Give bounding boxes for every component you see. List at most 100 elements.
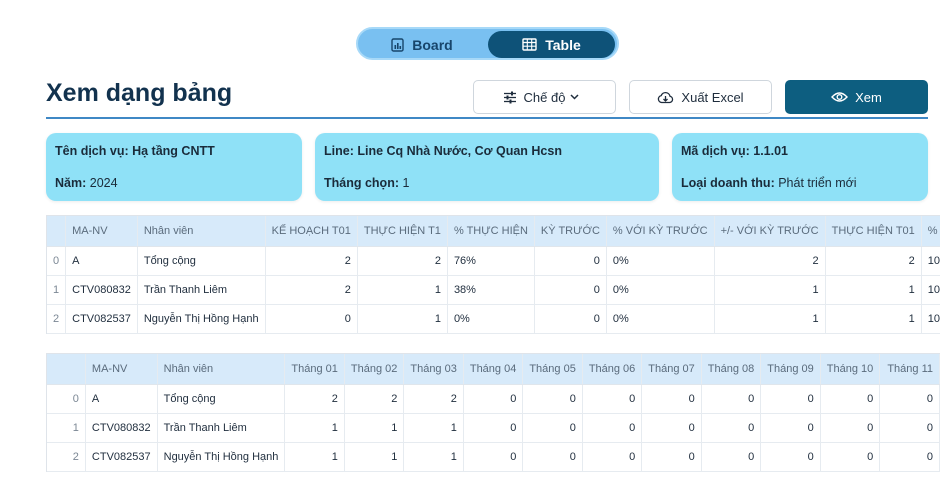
cell-thang-01: 2 xyxy=(284,384,345,414)
summary-table-container[interactable]: MA-NV Nhân viên KẾ HOẠCH T01 THỰC HIỆN T… xyxy=(46,215,940,334)
summary-header-ke-hoach-t01[interactable]: KẾ HOẠCH T01 xyxy=(265,216,358,247)
cell-pct-thuc: 100% xyxy=(921,246,940,276)
row-index: 2 xyxy=(47,304,67,334)
board-view-label: Board xyxy=(412,36,453,53)
cell-thang-05: 0 xyxy=(522,384,583,414)
summary-header-ky-truoc[interactable]: KỲ TRƯỚC xyxy=(534,216,607,247)
table-view-button[interactable]: Table xyxy=(488,31,615,58)
line-label: Line: xyxy=(324,144,354,158)
cell-pct-thuc-hien: 38% xyxy=(447,275,535,305)
service-info-card: Tên dịch vụ: Hạ tầng CNTT Năm: 2024 xyxy=(46,133,302,201)
view-button[interactable]: Xem xyxy=(785,80,928,114)
cell-ke-hoach-t01: 0 xyxy=(265,304,358,334)
summary-header-pct-thuc[interactable]: % THỰC xyxy=(921,216,940,247)
summary-header-index[interactable] xyxy=(47,216,67,247)
monthly-table: MA-NV Nhân viên Tháng 01 Tháng 02 Tháng … xyxy=(47,354,940,472)
cell-thang-03: 1 xyxy=(403,413,464,443)
title-divider xyxy=(46,117,928,119)
monthly-header-index[interactable] xyxy=(47,354,86,385)
cell-thang-08: 0 xyxy=(701,413,762,443)
cell-thuc-hien-t1: 1 xyxy=(357,275,448,305)
export-excel-button[interactable]: Xuất Excel xyxy=(629,80,772,114)
eye-icon xyxy=(831,92,849,102)
revenue-type-line: Loại doanh thu: Phát triển mới xyxy=(681,176,857,190)
summary-header-pct-thuc-hien[interactable]: % THỰC HIỆN xyxy=(447,216,535,247)
cell-pct-thuc-hien: 76% xyxy=(447,246,535,276)
table-row[interactable]: 1 CTV080832 Trần Thanh Liêm 1 1 1 0 0 0 … xyxy=(47,413,940,443)
cell-ma-nv: CTV082537 xyxy=(85,442,158,472)
cell-pct-thuc: 100% xyxy=(921,275,940,305)
cell-thang-06: 0 xyxy=(582,384,643,414)
service-name-line: Tên dịch vụ: Hạ tầng CNTT xyxy=(55,144,215,158)
cell-thang-04: 0 xyxy=(463,442,524,472)
cell-thang-01: 1 xyxy=(284,442,345,472)
monthly-header-ma-nv[interactable]: MA-NV xyxy=(85,354,158,385)
line-line: Line: Line Cq Nhà Nước, Cơ Quan Hcsn xyxy=(324,144,562,158)
cell-ma-nv: CTV080832 xyxy=(65,275,138,305)
monthly-header-thang-11[interactable]: Tháng 11 xyxy=(879,354,940,385)
cell-diff-voi-ky-truoc: 1 xyxy=(714,275,826,305)
cell-thang-10: 0 xyxy=(820,442,881,472)
summary-header-thuc-hien-t1[interactable]: THỰC HIỆN T1 xyxy=(357,216,448,247)
monthly-header-thang-09[interactable]: Tháng 09 xyxy=(760,354,821,385)
cell-thang-09: 0 xyxy=(760,413,821,443)
revenue-type-label: Loại doanh thu: xyxy=(681,176,775,190)
cell-thang-07: 0 xyxy=(641,442,702,472)
table-row[interactable]: 0 A Tổng cộng 2 2 2 0 0 0 0 0 0 0 0 xyxy=(47,384,940,414)
table-row[interactable]: 2 CTV082537 Nguyễn Thị Hồng Hạnh 0 1 0% … xyxy=(47,304,940,334)
cell-pct-voi-ky-truoc: 0% xyxy=(606,304,715,334)
cell-thang-02: 1 xyxy=(344,442,405,472)
chevron-down-icon xyxy=(570,94,579,100)
monthly-header-thang-05[interactable]: Tháng 05 xyxy=(522,354,583,385)
sliders-icon xyxy=(503,91,516,103)
board-view-button[interactable]: Board xyxy=(362,31,482,58)
mode-dropdown-button[interactable]: Chế độ xyxy=(473,80,616,114)
monthly-header-thang-02[interactable]: Tháng 02 xyxy=(344,354,405,385)
cell-thang-11: 0 xyxy=(879,413,940,443)
cell-thang-05: 0 xyxy=(522,413,583,443)
monthly-header-row: MA-NV Nhân viên Tháng 01 Tháng 02 Tháng … xyxy=(47,354,940,385)
cell-thang-09: 0 xyxy=(760,442,821,472)
cell-thang-11: 0 xyxy=(879,384,940,414)
cell-thang-10: 0 xyxy=(820,413,881,443)
monthly-header-thang-07[interactable]: Tháng 07 xyxy=(641,354,702,385)
monthly-header-thang-03[interactable]: Tháng 03 xyxy=(403,354,464,385)
cell-thuc-hien-t01: 1 xyxy=(825,275,922,305)
monthly-header-thang-06[interactable]: Tháng 06 xyxy=(582,354,643,385)
row-index: 1 xyxy=(47,413,86,443)
cell-ky-truoc: 0 xyxy=(534,304,607,334)
summary-header-nhan-vien[interactable]: Nhân viên xyxy=(137,216,266,247)
cell-pct-thuc: 100% xyxy=(921,304,940,334)
cell-thang-04: 0 xyxy=(463,413,524,443)
cell-thang-02: 2 xyxy=(344,384,405,414)
cell-thang-07: 0 xyxy=(641,384,702,414)
table-view-label: Table xyxy=(545,36,581,53)
service-code-value: 1.1.01 xyxy=(753,144,789,158)
cloud-download-icon xyxy=(658,91,674,103)
cell-thang-08: 0 xyxy=(701,384,762,414)
monthly-header-thang-01[interactable]: Tháng 01 xyxy=(284,354,345,385)
cell-thang-03: 1 xyxy=(403,442,464,472)
summary-header-pct-voi-ky-truoc[interactable]: % VỚI KỲ TRƯỚC xyxy=(606,216,715,247)
summary-header-thuc-hien-t01[interactable]: THỰC HIỆN T01 xyxy=(825,216,922,247)
summary-header-ma-nv[interactable]: MA-NV xyxy=(65,216,138,247)
summary-header-diff-voi-ky-truoc[interactable]: +/- VỚI KỲ TRƯỚC xyxy=(714,216,826,247)
cell-nhan-vien: Tổng cộng xyxy=(137,246,266,276)
table-row[interactable]: 0 A Tổng cộng 2 2 76% 0 0% 2 2 100% xyxy=(47,246,940,276)
board-icon xyxy=(391,37,404,52)
cell-thang-04: 0 xyxy=(463,384,524,414)
mode-label: Chế độ xyxy=(523,89,566,105)
summary-table: MA-NV Nhân viên KẾ HOẠCH T01 THỰC HIỆN T… xyxy=(47,216,940,334)
cell-ky-truoc: 0 xyxy=(534,246,607,276)
monthly-header-thang-04[interactable]: Tháng 04 xyxy=(463,354,524,385)
cell-thang-07: 0 xyxy=(641,413,702,443)
monthly-header-thang-10[interactable]: Tháng 10 xyxy=(820,354,881,385)
cell-ma-nv: CTV080832 xyxy=(85,413,158,443)
monthly-table-container[interactable]: MA-NV Nhân viên Tháng 01 Tháng 02 Tháng … xyxy=(46,353,940,472)
table-row[interactable]: 2 CTV082537 Nguyễn Thị Hồng Hạnh 1 1 1 0… xyxy=(47,442,940,472)
table-row[interactable]: 1 CTV080832 Trần Thanh Liêm 2 1 38% 0 0%… xyxy=(47,275,940,305)
cell-thuc-hien-t1: 1 xyxy=(357,304,448,334)
monthly-header-nhan-vien[interactable]: Nhân viên xyxy=(157,354,286,385)
export-label: Xuất Excel xyxy=(681,89,744,105)
monthly-header-thang-08[interactable]: Tháng 08 xyxy=(701,354,762,385)
